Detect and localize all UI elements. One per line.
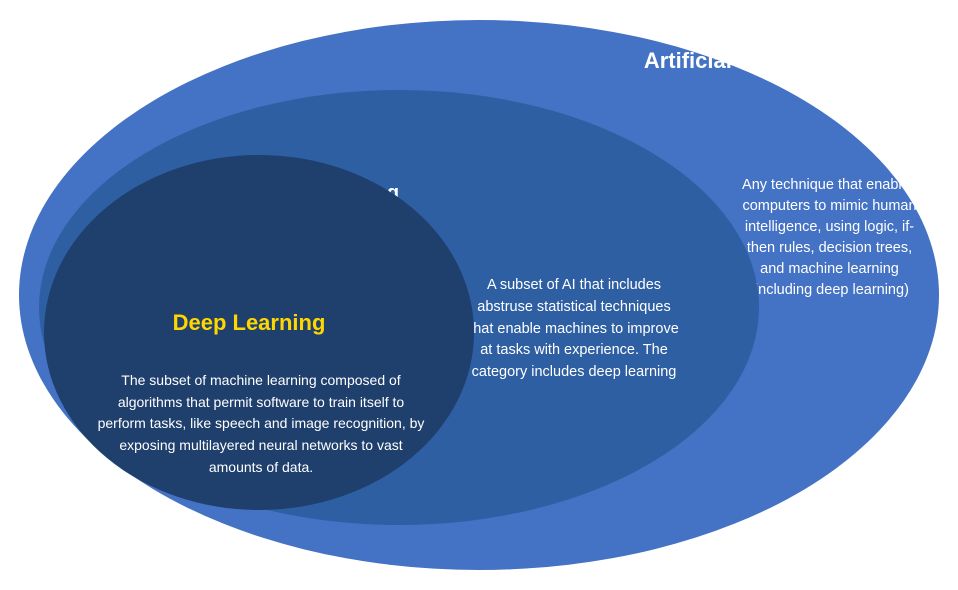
dl-ellipse: Deep Learning The subset of machine lear… [44,155,474,510]
ai-title: Artificial Intelligence [644,48,859,74]
diagram-container: Artificial Intelligence Any technique th… [9,10,949,580]
dl-description: The subset of machine learning composed … [96,370,426,478]
dl-title: Deep Learning [119,310,379,336]
ai-description: Any technique that enables computers to … [742,175,917,301]
ml-description: A subset of AI that includes abstruse st… [469,275,679,384]
